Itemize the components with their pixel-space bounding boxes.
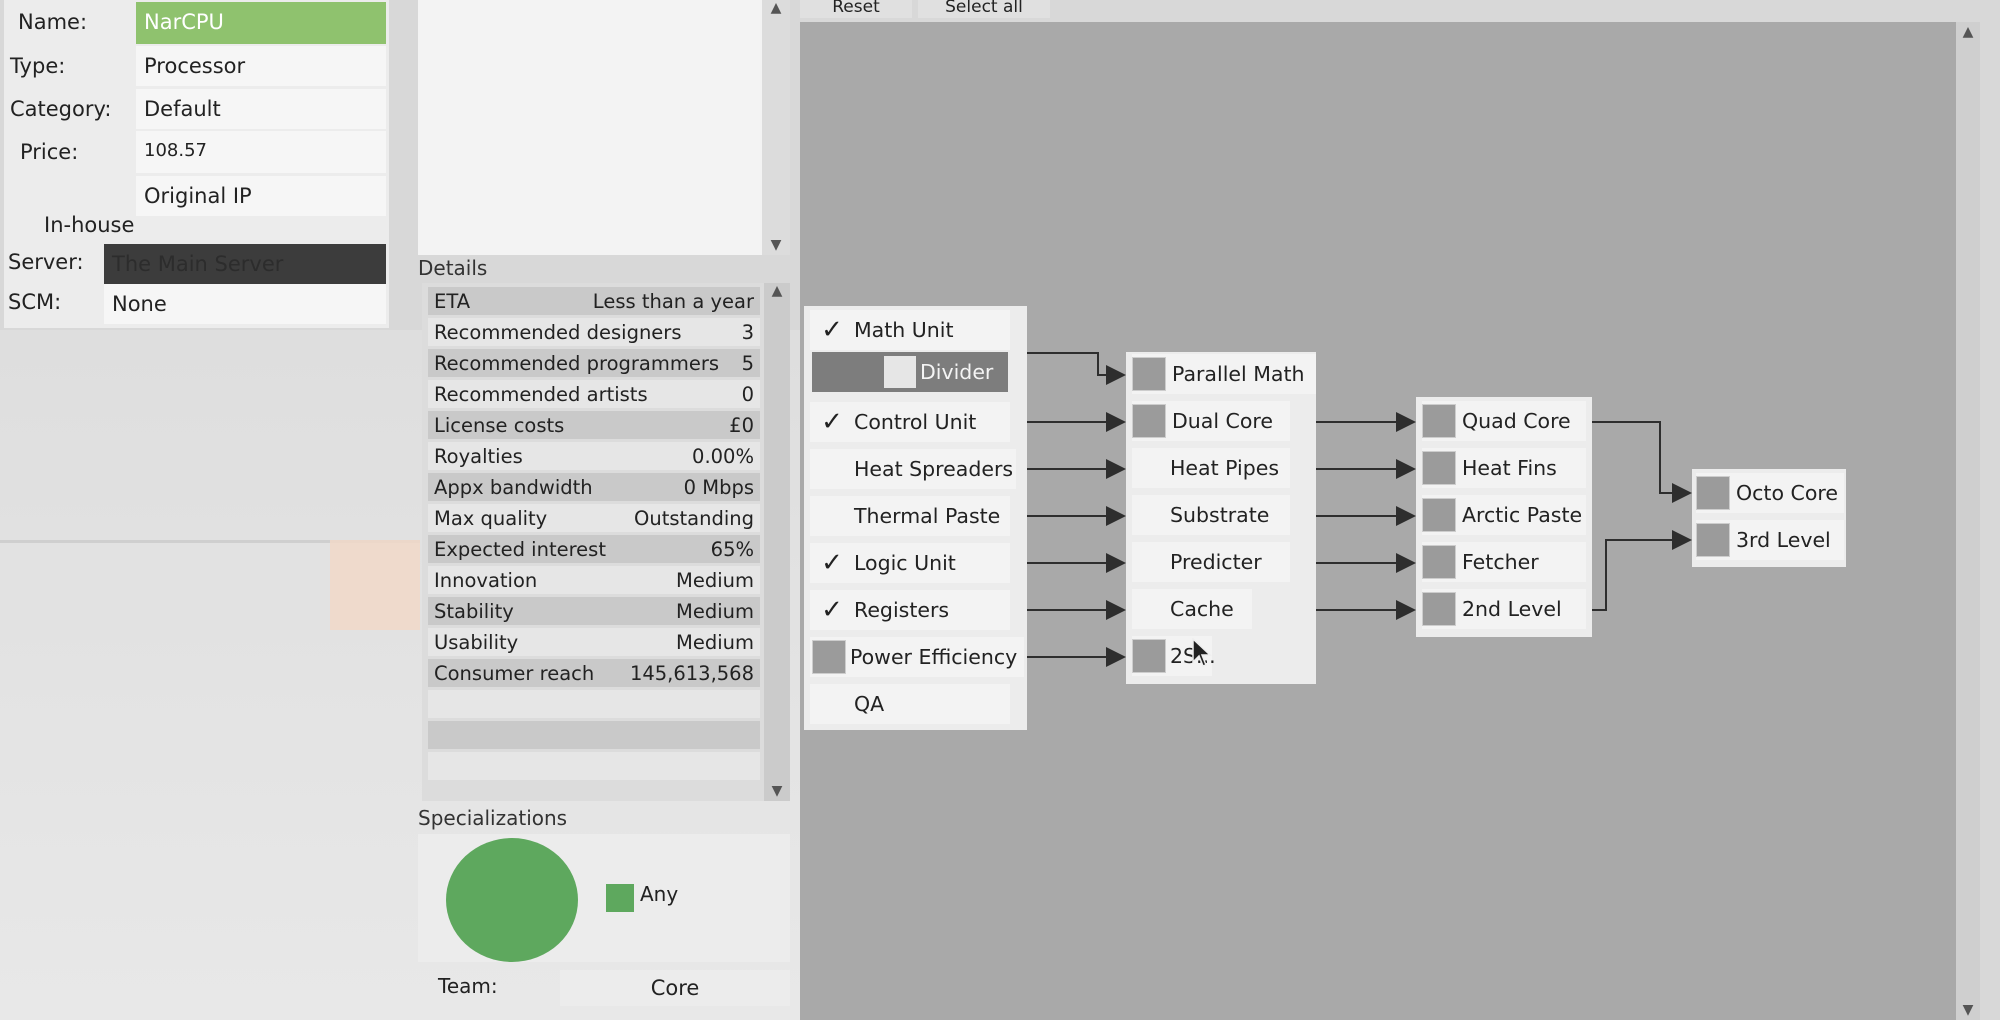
checkmark-icon: ✓ [821,315,843,345]
checkbox-empty [1422,592,1456,626]
feature-2nd-level[interactable]: 2nd Level [1422,589,1586,629]
checkbox-empty [1696,476,1730,510]
checkbox-empty [1422,545,1456,579]
checkbox-empty [1422,498,1456,532]
checkbox-empty [1696,523,1730,557]
checkmark-icon: ✓ [821,595,843,625]
checkbox-empty [884,356,916,388]
checkmark-icon: ✓ [821,407,843,437]
feature-octo-core[interactable]: Octo Core [1696,473,1844,513]
feature-heat-fins[interactable]: Heat Fins [1422,448,1586,488]
checkbox-empty [1132,404,1166,438]
mouse-cursor-icon [1192,638,1212,667]
tree-column-1: ✓ Math Unit Divider ✓ Control Unit Heat Sp… [804,306,1027,730]
tree-column-2: Parallel Math Dual Core Heat Pipes Subst… [1126,352,1316,684]
feature-cache[interactable]: Cache [1132,589,1252,629]
checkbox-empty [1132,639,1166,673]
feature-thermal-paste[interactable]: Thermal Paste [810,496,1010,536]
feature-heat-spreaders[interactable]: Heat Spreaders [810,449,1016,489]
feature-quad-core[interactable]: Quad Core [1422,401,1586,441]
feature-dual-core[interactable]: Dual Core [1132,401,1290,441]
feature-control-unit[interactable]: ✓ Control Unit [810,402,1010,442]
checkbox-empty [1422,451,1456,485]
tree-column-3: Quad Core Heat Fins Arctic Paste Fetcher… [1416,397,1592,637]
feature-3rd-level[interactable]: 3rd Level [1696,520,1844,560]
feature-qa[interactable]: QA [810,684,1010,724]
feature-predicter[interactable]: Predicter [1132,542,1290,582]
feature-divider[interactable]: Divider [812,352,1008,392]
feature-substrate[interactable]: Substrate [1132,495,1290,535]
feature-power-efficiency[interactable]: Power Efficiency [810,637,1024,677]
feature-registers[interactable]: ✓ Registers [810,590,1010,630]
feature-math-unit[interactable]: ✓ Math Unit [810,310,1010,350]
checkbox-empty [812,640,846,674]
feature-arctic-paste[interactable]: Arctic Paste [1422,495,1586,535]
feature-heat-pipes[interactable]: Heat Pipes [1132,448,1290,488]
checkbox-empty [1422,404,1456,438]
tree-column-4: Octo Core 3rd Level [1692,469,1846,567]
checkmark-icon: ✓ [821,548,843,578]
feature-fetcher[interactable]: Fetcher [1422,542,1586,582]
checkbox-empty [1132,357,1166,391]
feature-parallel-math[interactable]: Parallel Math [1132,354,1316,394]
feature-logic-unit[interactable]: ✓ Logic Unit [810,543,1010,583]
